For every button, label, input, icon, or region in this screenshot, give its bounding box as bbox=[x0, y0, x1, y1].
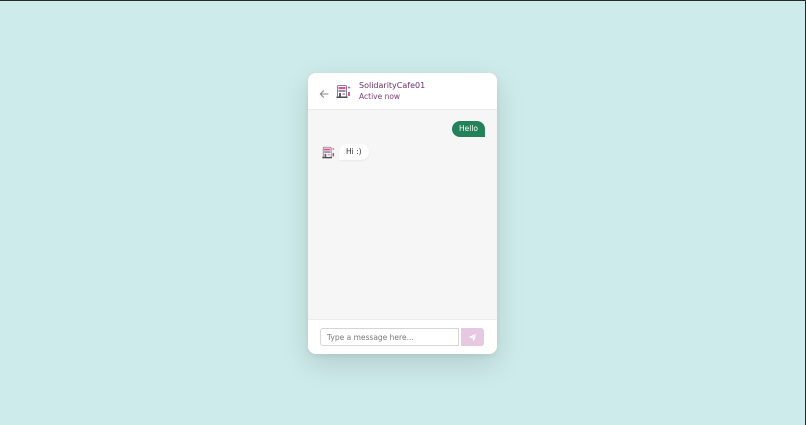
chat-messages[interactable]: Hello Hi :) bbox=[308, 110, 497, 319]
contact-name: SolidarityCafe01 bbox=[359, 81, 426, 90]
send-button[interactable] bbox=[461, 328, 484, 346]
contact-avatar bbox=[335, 83, 352, 100]
chat-window: SolidarityCafe01 Active now Hello Hi :) bbox=[308, 73, 497, 354]
contact-status: Active now bbox=[359, 92, 401, 101]
sent-message-bubble: Hello bbox=[451, 121, 485, 137]
back-arrow-icon[interactable] bbox=[318, 85, 330, 98]
message-input[interactable] bbox=[320, 328, 459, 346]
cafe-avatar-icon bbox=[336, 85, 350, 98]
message-composer bbox=[308, 319, 497, 354]
received-message-bubble: Hi :) bbox=[339, 144, 369, 160]
cafe-avatar-icon bbox=[322, 146, 335, 159]
paper-plane-icon bbox=[468, 332, 477, 341]
message-avatar bbox=[321, 145, 336, 160]
chat-header: SolidarityCafe01 Active now bbox=[308, 73, 497, 110]
